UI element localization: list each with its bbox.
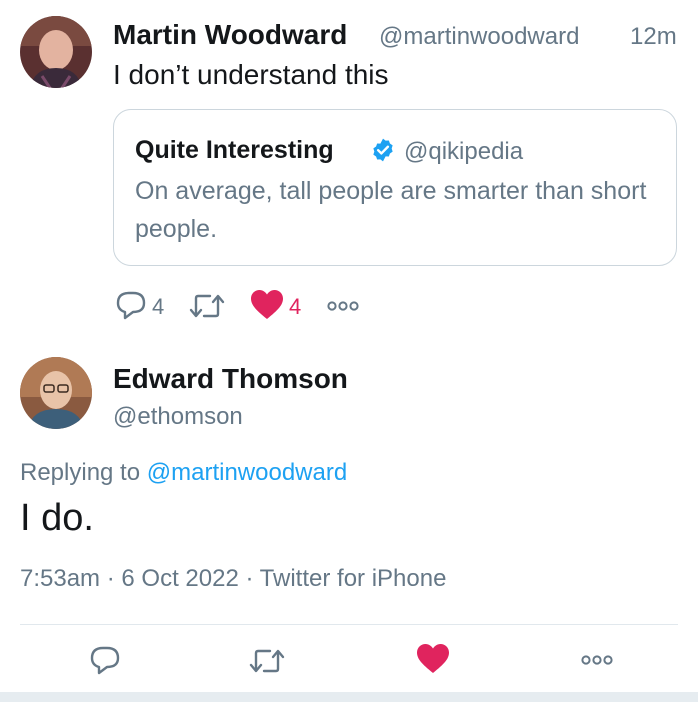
quoted-tweet-text: On average, tall people are smarter than… bbox=[135, 177, 647, 243]
ellipsis-icon[interactable] bbox=[581, 653, 613, 671]
tweet-meta: 7:53am · 6 Oct 2022 · Twitter for iPhone bbox=[20, 565, 447, 592]
martin-avatar[interactable] bbox=[20, 16, 92, 88]
retweet-icon[interactable] bbox=[248, 646, 286, 681]
tweet-timestamp[interactable]: 12m bbox=[630, 23, 677, 51]
author-name[interactable]: Edward Thomson bbox=[113, 363, 348, 395]
tweet-text: I do. bbox=[20, 497, 94, 539]
heart-icon[interactable] bbox=[250, 289, 284, 326]
divider bbox=[20, 624, 678, 625]
author-name[interactable]: Martin Woodward bbox=[113, 19, 347, 51]
reply-icon[interactable] bbox=[115, 290, 147, 325]
bottom-separator bbox=[0, 692, 698, 702]
quoted-author-handle: @qikipedia bbox=[404, 138, 524, 165]
reply-count: 4 bbox=[152, 294, 165, 319]
heart-icon[interactable] bbox=[416, 643, 450, 680]
like-count: 4 bbox=[289, 294, 302, 319]
retweet-icon[interactable] bbox=[188, 291, 226, 326]
quoted-tweet-card[interactable]: Quite Interesting @qikipedia On average,… bbox=[113, 109, 677, 266]
replying-to-line: Replying to @martinwoodward bbox=[20, 459, 347, 487]
replying-to-handle-link[interactable]: @martinwoodward bbox=[147, 459, 347, 486]
author-handle[interactable]: @ethomson bbox=[113, 403, 243, 431]
author-handle[interactable]: @martinwoodward bbox=[379, 23, 579, 51]
quoted-author-name: Quite Interesting bbox=[135, 136, 334, 164]
edward-avatar[interactable] bbox=[20, 357, 92, 429]
replying-to-label: Replying to bbox=[20, 459, 147, 486]
ellipsis-icon[interactable] bbox=[327, 299, 359, 317]
reply-icon[interactable] bbox=[89, 645, 121, 680]
tweet-text: I don’t understand this bbox=[113, 59, 389, 90]
verified-badge-icon bbox=[370, 137, 396, 163]
